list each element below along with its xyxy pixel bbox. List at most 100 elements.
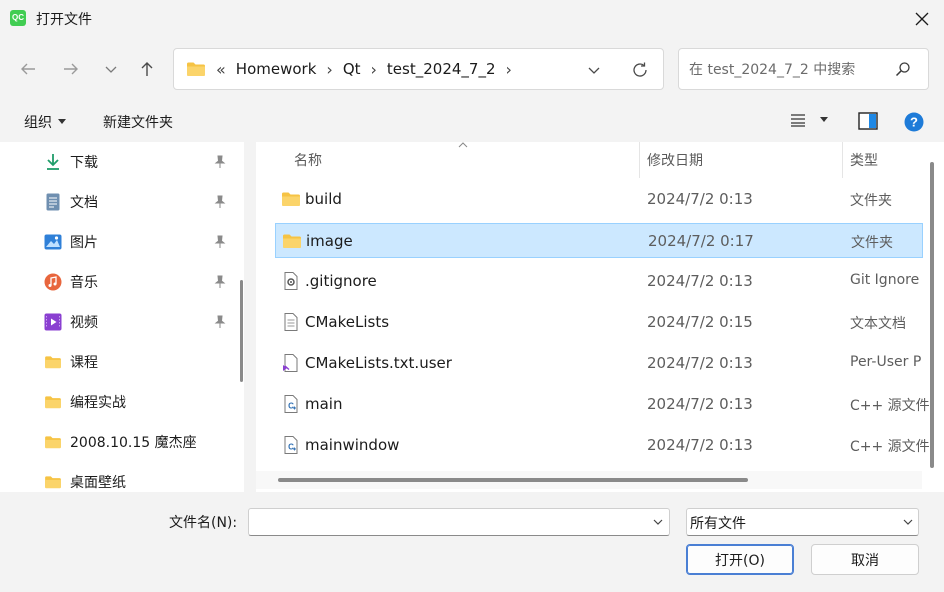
folder-icon: [187, 62, 205, 76]
organize-menu[interactable]: 组织: [24, 112, 66, 132]
folder-icon: [282, 192, 300, 206]
file-type: 文件夹: [850, 193, 892, 209]
refresh-icon: [633, 62, 647, 77]
breadcrumb-homework[interactable]: Homework: [230, 60, 323, 78]
open-button[interactable]: 打开(O): [686, 544, 794, 575]
file-type: C++ 源文件: [850, 398, 930, 414]
recent-locations-button[interactable]: [96, 54, 126, 84]
text-file-icon: [284, 313, 298, 331]
preview-pane-button[interactable]: [858, 112, 878, 134]
search-input[interactable]: [687, 58, 891, 82]
horizontal-scrollbar[interactable]: [278, 478, 748, 482]
file-row-mainwindow[interactable]: C mainwindow 2024/7/2 0:13 C++ 源文件: [275, 428, 930, 463]
filename-label: 文件名(N):: [169, 515, 238, 531]
new-folder-button[interactable]: 新建文件夹: [103, 112, 173, 132]
chevron-down-icon[interactable]: [652, 516, 664, 528]
document-icon: [44, 193, 62, 211]
file-date: 2024/7/2 0:13: [647, 272, 753, 290]
file-row-image[interactable]: image 2024/7/2 0:17 文件夹: [275, 223, 923, 258]
filename-input[interactable]: [255, 513, 639, 533]
column-header-type[interactable]: 类型: [850, 150, 878, 170]
sidebar-item-folder[interactable]: 桌面壁纸: [44, 469, 126, 492]
sidebar-item-folder[interactable]: 编程实战: [44, 389, 126, 415]
sidebar-scrollbar[interactable]: [240, 280, 243, 382]
sidebar-item-folder[interactable]: 2008.10.15 魔杰座: [44, 429, 197, 455]
column-divider[interactable]: [639, 142, 640, 178]
forward-button[interactable]: [56, 54, 86, 84]
file-row-build[interactable]: build 2024/7/2 0:13 文件夹: [275, 182, 923, 217]
chevron-right-icon[interactable]: ›: [502, 60, 516, 79]
svg-text:C: C: [288, 443, 294, 452]
file-name: image: [306, 232, 353, 250]
pin-icon[interactable]: [213, 275, 227, 289]
video-icon: [44, 313, 62, 331]
navigation-pane[interactable]: 下载 文档 图片 音乐 视频 课程 编程实战 2008.10.15 魔杰座 桌面…: [0, 142, 244, 492]
gear-file-icon: [284, 272, 298, 290]
cancel-button[interactable]: 取消: [811, 544, 919, 575]
back-button[interactable]: [13, 54, 43, 84]
file-row-cmakelists-user[interactable]: CMakeLists.txt.user 2024/7/2 0:13 Per-Us…: [275, 346, 923, 381]
caret-down-icon: [820, 117, 828, 122]
file-type: Per-User P: [850, 354, 922, 370]
vertical-scrollbar[interactable]: [930, 162, 934, 468]
sidebar-item-label: 2008.10.15 魔杰座: [70, 435, 197, 451]
folder-icon: [44, 353, 62, 371]
folder-icon: [44, 393, 62, 411]
chevron-down-icon: [903, 519, 913, 525]
chevron-right-icon[interactable]: ›: [322, 60, 336, 79]
breadcrumb-qt[interactable]: Qt: [337, 60, 367, 78]
arrow-left-icon: [21, 63, 35, 75]
close-icon: [915, 12, 929, 26]
file-row-cmakelists[interactable]: CMakeLists 2024/7/2 0:15 文本文档: [275, 305, 923, 340]
pin-icon[interactable]: [213, 315, 227, 329]
sidebar-item-music[interactable]: 音乐: [44, 269, 98, 295]
folder-icon: [44, 473, 62, 491]
sidebar-item-videos[interactable]: 视频: [44, 309, 98, 335]
pin-icon[interactable]: [213, 235, 227, 249]
up-button[interactable]: [132, 54, 162, 84]
file-date: 2024/7/2 0:13: [647, 436, 753, 454]
dialog-footer: [0, 492, 944, 592]
search-button[interactable]: [895, 61, 911, 81]
close-button[interactable]: [904, 2, 940, 36]
music-icon: [44, 273, 62, 291]
breadcrumb: « Homework › Qt › test_2024_7_2 ›: [186, 49, 516, 89]
help-button[interactable]: ?: [904, 112, 924, 136]
file-list[interactable]: 名称 修改日期 类型 build 2024/7/2 0:13 文件夹 image…: [256, 142, 944, 492]
breadcrumb-overflow[interactable]: «: [212, 60, 230, 79]
address-bar[interactable]: « Homework › Qt › test_2024_7_2 ›: [173, 48, 664, 90]
view-menu[interactable]: [790, 113, 828, 127]
file-name: build: [305, 190, 342, 208]
column-header-name[interactable]: 名称: [294, 150, 322, 170]
folder-icon: [283, 234, 301, 248]
list-view-icon: [791, 114, 805, 127]
sidebar-item-label: 视频: [70, 315, 98, 331]
file-row-main[interactable]: C main 2024/7/2 0:13 C++ 源文件: [275, 387, 930, 422]
pictures-icon: [44, 233, 62, 251]
file-type: Git Ignore: [850, 272, 920, 288]
sidebar-item-pictures[interactable]: 图片: [44, 229, 98, 255]
sidebar-item-folder[interactable]: 课程: [44, 349, 98, 375]
column-header-date[interactable]: 修改日期: [647, 150, 703, 170]
sidebar-item-label: 课程: [70, 355, 98, 371]
file-type-filter[interactable]: 所有文件: [686, 508, 919, 536]
address-history-dropdown[interactable]: [584, 60, 604, 80]
title-bar: [0, 0, 944, 38]
file-type: C++ 源文件: [850, 439, 930, 455]
column-divider[interactable]: [842, 142, 843, 178]
app-icon: QC: [10, 10, 26, 26]
chevron-right-icon[interactable]: ›: [367, 60, 381, 79]
pin-icon[interactable]: [213, 195, 227, 209]
breadcrumb-current[interactable]: test_2024_7_2: [381, 60, 502, 78]
sidebar-item-documents[interactable]: 文档: [44, 189, 98, 215]
svg-text:C: C: [288, 402, 294, 411]
file-name: CMakeLists.txt.user: [305, 354, 452, 372]
sidebar-item-downloads[interactable]: 下载: [44, 149, 98, 175]
help-icon: ?: [904, 112, 924, 132]
refresh-button[interactable]: [629, 59, 651, 81]
file-type-filter-value: 所有文件: [690, 516, 746, 532]
pin-icon[interactable]: [213, 155, 227, 169]
file-row-gitignore[interactable]: .gitignore 2024/7/2 0:13 Git Ignore: [275, 264, 923, 299]
file-name: CMakeLists: [305, 313, 390, 331]
column-header-row: [256, 142, 944, 178]
